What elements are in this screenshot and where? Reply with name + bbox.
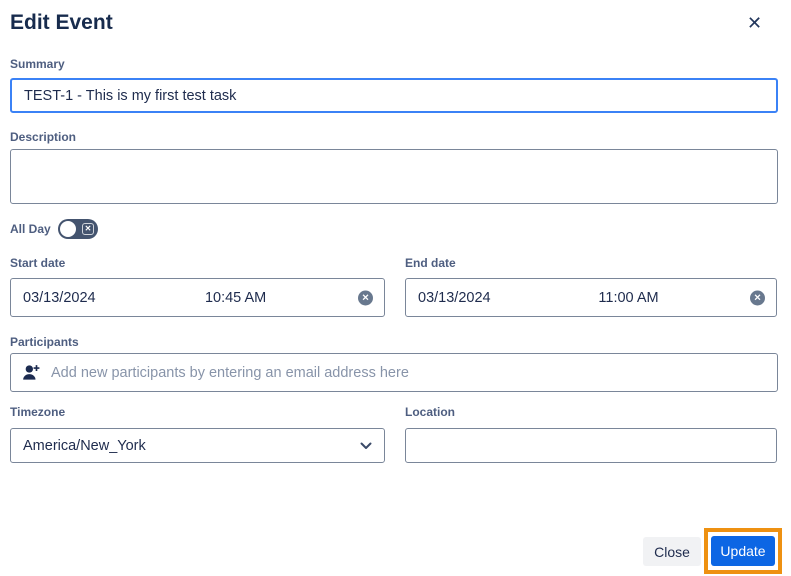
close-icon[interactable]: ✕ (747, 12, 762, 34)
start-date-label: Start date (10, 256, 66, 270)
close-button[interactable]: Close (643, 537, 701, 566)
update-button-highlight: Update (704, 528, 782, 574)
participants-label: Participants (10, 335, 79, 349)
description-textarea[interactable] (10, 149, 778, 204)
end-date-field[interactable]: 03/13/2024 11:00 AM ✕ (405, 278, 777, 317)
add-person-icon (21, 363, 41, 383)
all-day-label: All Day (10, 222, 51, 236)
location-input[interactable] (405, 428, 777, 463)
toggle-knob (60, 221, 76, 237)
end-date-label: End date (405, 256, 456, 270)
location-label: Location (405, 405, 455, 419)
timezone-value: America/New_York (23, 437, 146, 454)
description-label: Description (10, 130, 77, 144)
summary-input[interactable] (10, 78, 778, 113)
chevron-down-icon (360, 442, 372, 450)
start-date-field[interactable]: 03/13/2024 10:45 AM ✕ (10, 278, 385, 317)
edit-event-dialog: Edit Event ✕ Summary Description All Day… (0, 0, 791, 576)
summary-label: Summary (10, 57, 65, 71)
all-day-toggle[interactable]: ✕ (58, 219, 98, 239)
participants-field[interactable] (10, 353, 778, 392)
start-date-value[interactable]: 03/13/2024 (11, 290, 96, 306)
toggle-cross-icon: ✕ (82, 223, 94, 235)
timezone-label: Timezone (10, 405, 66, 419)
end-date-clear-icon[interactable]: ✕ (750, 290, 765, 305)
update-button[interactable]: Update (711, 536, 775, 566)
timezone-select[interactable]: America/New_York (10, 428, 385, 463)
start-date-clear-icon[interactable]: ✕ (358, 290, 373, 305)
end-date-value[interactable]: 03/13/2024 (406, 290, 491, 306)
participants-input[interactable] (51, 364, 767, 381)
end-time-value[interactable]: 11:00 AM (598, 290, 658, 306)
dialog-title: Edit Event (10, 11, 113, 34)
start-time-value[interactable]: 10:45 AM (205, 290, 266, 306)
